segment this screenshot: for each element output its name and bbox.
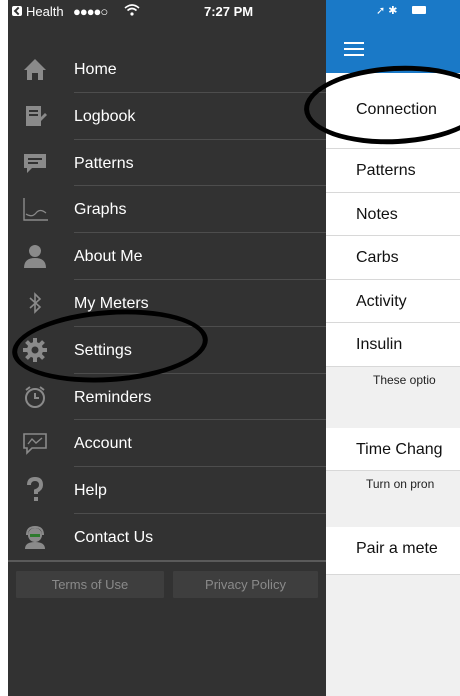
menu-item-graphs[interactable]: Graphs bbox=[8, 186, 326, 234]
question-icon bbox=[22, 477, 48, 503]
logbook-icon bbox=[22, 103, 48, 129]
menu-item-label: Home bbox=[74, 61, 117, 78]
menu-item-label: About Me bbox=[74, 248, 143, 266]
headset-icon bbox=[22, 524, 48, 550]
section-note: These optio bbox=[326, 366, 460, 428]
menu-item-help[interactable]: Help bbox=[8, 467, 326, 514]
menu-item-label: Help bbox=[74, 482, 107, 500]
section-note: Turn on pron bbox=[326, 470, 460, 527]
menu-item-reminders[interactable]: Reminders bbox=[8, 374, 326, 421]
clock-icon bbox=[22, 384, 48, 410]
bluetooth-icon bbox=[22, 290, 48, 316]
person-icon bbox=[22, 243, 48, 269]
menu-item-contact-us[interactable]: Contact Us bbox=[8, 514, 326, 561]
list-item-notes[interactable]: Notes bbox=[326, 192, 460, 237]
list-item-time-change[interactable]: Time Chang bbox=[326, 427, 460, 471]
settings-list: Connection Patterns Notes Carbs Activity… bbox=[326, 73, 460, 575]
back-to-app-icon[interactable] bbox=[12, 6, 22, 16]
menu-item-label: Graphs bbox=[74, 201, 127, 219]
list-item-label: Patterns bbox=[356, 162, 416, 179]
top-app-bar: ➚ ✱ bbox=[326, 0, 460, 73]
graph-icon bbox=[22, 196, 48, 222]
status-carrier: Health bbox=[26, 4, 64, 19]
battery-icon bbox=[412, 6, 426, 14]
status-bar: Health ●●●●○ 7:27 PM bbox=[8, 0, 326, 24]
chat-icon bbox=[22, 150, 48, 176]
menu-item-about-me[interactable]: About Me bbox=[8, 233, 326, 280]
wifi-icon bbox=[124, 3, 140, 20]
list-item-patterns[interactable]: Patterns bbox=[326, 149, 460, 193]
list-item-activity[interactable]: Activity bbox=[326, 279, 460, 324]
menu-item-label: Account bbox=[74, 435, 132, 453]
section-note-text: Turn on pron bbox=[366, 476, 435, 491]
list-item-label: Carbs bbox=[356, 249, 399, 267]
list-item-carbs[interactable]: Carbs bbox=[326, 236, 460, 280]
list-item-label: Insulin bbox=[356, 336, 403, 354]
terms-of-use-button[interactable]: Terms of Use bbox=[16, 571, 164, 598]
drawer-menu: Home Logbook Patterns Graphs About Me My… bbox=[8, 46, 326, 561]
privacy-policy-button[interactable]: Privacy Policy bbox=[173, 571, 318, 598]
divider bbox=[8, 560, 326, 562]
list-item-pair-meter[interactable]: Pair a mete bbox=[326, 526, 460, 575]
list-item-label: Activity bbox=[356, 292, 407, 310]
menu-item-label: Contact Us bbox=[74, 528, 154, 546]
status-time: 7:27 PM bbox=[204, 4, 254, 19]
signal-strength: ●●●●○ bbox=[73, 4, 108, 19]
list-item-label: Pair a mete bbox=[356, 539, 438, 557]
home-icon bbox=[22, 56, 48, 82]
menu-item-label: Reminders bbox=[74, 388, 152, 406]
account-icon bbox=[22, 430, 48, 456]
list-item-label: Notes bbox=[356, 205, 398, 223]
menu-item-label: Logbook bbox=[74, 107, 136, 125]
list-item-label: Time Chang bbox=[356, 440, 443, 458]
menu-item-logbook[interactable]: Logbook bbox=[8, 93, 326, 140]
menu-item-label: Patterns bbox=[74, 154, 134, 172]
menu-item-patterns[interactable]: Patterns bbox=[8, 140, 326, 187]
menu-item-home[interactable]: Home bbox=[8, 46, 326, 93]
menu-item-account[interactable]: Account bbox=[8, 420, 326, 468]
list-item-insulin[interactable]: Insulin bbox=[326, 323, 460, 367]
section-note-text: These optio bbox=[373, 372, 436, 387]
hamburger-menu-icon[interactable] bbox=[344, 42, 364, 56]
status-indicators: ➚ ✱ bbox=[376, 5, 398, 17]
